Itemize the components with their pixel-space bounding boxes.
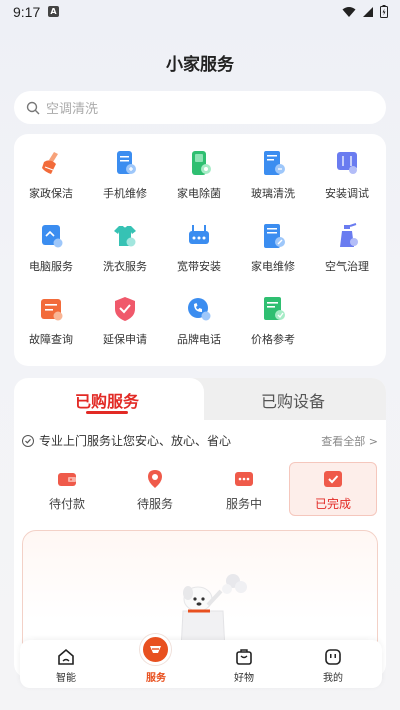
service-label: 玻璃清洗 (251, 187, 295, 200)
view-all-link[interactable]: 查看全部 > (321, 433, 378, 449)
in-progress-icon (233, 468, 255, 490)
service-item-broadband[interactable]: 宽带安装 (162, 221, 236, 274)
laundry-icon (110, 221, 140, 251)
nav-smart[interactable]: 智能 (36, 640, 96, 688)
service-item-housekeeping[interactable]: 家政保洁 (14, 148, 88, 201)
broom-icon (36, 148, 66, 178)
nav-service[interactable]: 服务 (126, 634, 186, 688)
status-label: 待服务 (136, 497, 173, 511)
service-label: 家政保洁 (29, 187, 73, 200)
search-placeholder: 空调清洗 (46, 102, 99, 117)
glass-clean-icon (258, 148, 288, 178)
service-label: 电脑服务 (29, 260, 73, 273)
search-icon (26, 101, 40, 114)
service-label: 空气治理 (325, 260, 369, 273)
service-item-price-reference[interactable]: 价格参考 (236, 294, 310, 347)
search-bar[interactable]: 空调清洗 (14, 91, 386, 124)
service-item-appliance-disinfect[interactable]: 家电除菌 (162, 148, 236, 201)
wifi-icon (342, 6, 356, 17)
page-title: 小家服务 (166, 55, 234, 75)
service-item-fault-query[interactable]: 故障查询 (14, 294, 88, 347)
nav-label: 服务 (146, 673, 166, 684)
status-pending-payment[interactable]: 待付款 (26, 468, 108, 512)
orders-card: 已购服务 已购设备 专业上门服务让您安心、放心、省心 查看全部 > 待付款 待服… (14, 378, 386, 678)
status-time: 9:17 (13, 4, 41, 20)
signal-icon (363, 6, 373, 17)
services-grid: 家政保洁 手机维修 家电除菌 玻璃清洗 安装调试 电脑服务 洗衣服务 宽带安装 … (14, 134, 386, 366)
computer-service-icon (36, 221, 66, 251)
status-icons (342, 5, 388, 18)
appliance-disinfect-icon (184, 148, 214, 178)
check-circle-icon (22, 434, 34, 447)
service-label: 洗衣服务 (103, 260, 147, 273)
smart-home-icon (58, 648, 74, 665)
service-promise: 专业上门服务让您安心、放心、省心 (22, 432, 231, 449)
shopping-bag-icon (236, 649, 252, 665)
broadband-icon (184, 221, 214, 251)
service-item-brand-phone[interactable]: 品牌电话 (162, 294, 236, 347)
bottom-nav: 智能 服务 好物 我的 (20, 634, 382, 688)
service-label: 宽带安装 (177, 260, 221, 273)
location-pin-icon (144, 468, 166, 490)
status-label: 已完成 (314, 497, 351, 511)
nav-label: 我的 (323, 673, 343, 684)
a-badge-icon: A (48, 6, 59, 17)
service-item-laundry[interactable]: 洗衣服务 (88, 221, 162, 274)
completed-check-icon (322, 468, 344, 490)
orders-tabs: 已购服务 已购设备 (14, 378, 386, 420)
promise-text: 专业上门服务让您安心、放心、省心 (39, 434, 232, 448)
nav-label: 好物 (234, 673, 254, 684)
nav-label: 智能 (56, 673, 76, 684)
nav-goods[interactable]: 好物 (214, 640, 274, 688)
service-item-air-treatment[interactable]: 空气治理 (310, 221, 384, 274)
service-label: 延保申请 (103, 333, 147, 346)
service-label: 手机维修 (103, 187, 147, 200)
status-awaiting-service[interactable]: 待服务 (114, 468, 196, 512)
service-label: 品牌电话 (177, 333, 221, 346)
tab-underline (86, 411, 128, 414)
brand-phone-icon (184, 294, 214, 324)
service-label: 价格参考 (251, 333, 295, 346)
service-icon (140, 634, 171, 665)
service-label: 故障查询 (29, 333, 73, 346)
status-label: 服务中 (225, 497, 262, 511)
air-spray-icon (332, 221, 362, 251)
nav-mine[interactable]: 我的 (303, 640, 363, 688)
price-reference-icon (258, 294, 288, 324)
service-item-appliance-repair[interactable]: 家电维修 (236, 221, 310, 274)
status-in-service[interactable]: 服务中 (203, 468, 285, 512)
service-label: 家电维修 (251, 260, 295, 273)
service-label: 家电除菌 (177, 187, 221, 200)
tab-label: 已购服务 (74, 392, 139, 411)
profile-face-icon (325, 649, 341, 665)
appliance-repair-icon (258, 221, 288, 251)
phone-repair-icon (110, 148, 140, 178)
status-completed[interactable]: 已完成 (292, 468, 374, 512)
fault-query-icon (36, 294, 66, 324)
service-item-phone-repair[interactable]: 手机维修 (88, 148, 162, 201)
status-label: 待付款 (48, 497, 85, 511)
service-label: 安装调试 (325, 187, 369, 200)
service-item-install-debug[interactable]: 安装调试 (310, 148, 384, 201)
install-debug-icon (332, 148, 362, 178)
service-item-glass-clean[interactable]: 玻璃清洗 (236, 148, 310, 201)
service-item-computer[interactable]: 电脑服务 (14, 221, 88, 274)
battery-icon (380, 5, 388, 18)
tab-purchased-devices[interactable]: 已购设备 (200, 388, 386, 412)
wallet-icon (56, 468, 78, 490)
service-item-extended-warranty[interactable]: 延保申请 (88, 294, 162, 347)
status-bar: 9:17 A (0, 0, 400, 26)
tab-purchased-services[interactable]: 已购服务 (14, 378, 204, 420)
extended-warranty-icon (110, 294, 140, 324)
